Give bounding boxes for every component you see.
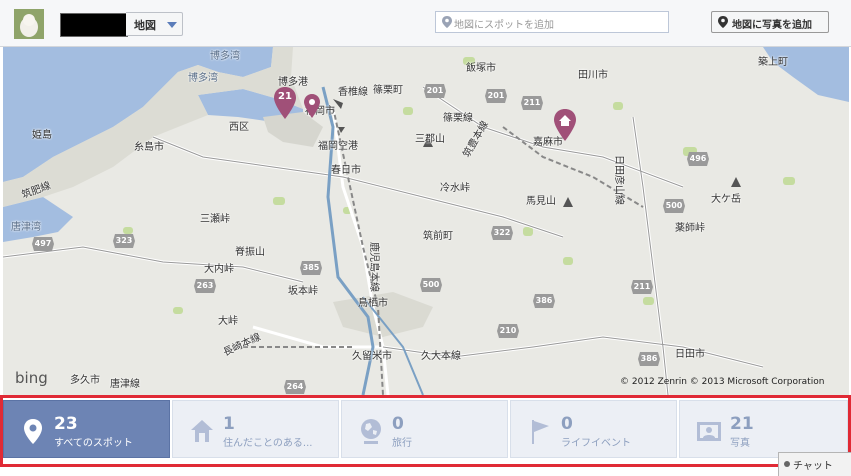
tab-count: 1 [223,414,235,434]
status-dot-icon [784,461,790,467]
map-label-yakushi: 薬師峠 [675,223,705,234]
tab-travel[interactable]: 0 旅行 [341,400,508,458]
map-label-hakata-port: 博多港 [278,77,308,88]
map-label-chikuzen: 筑前町 [423,231,453,242]
map-label-kyudai: 久大本線 [421,351,461,362]
chat-label: チャット [793,461,833,472]
chevron-down-icon [167,22,177,28]
flag-icon [532,420,549,444]
map-home-marker[interactable] [554,109,576,141]
map-label-kasuga: 春日市 [331,165,361,176]
map-label-itoshima: 糸島市 [134,142,164,153]
tab-all-spots[interactable]: 23 すべてのスポット [3,400,170,458]
map-label-hakata-bay: 博多湾 [210,51,240,62]
tab-count: 0 [392,414,404,434]
route-shield: 386 [533,294,555,308]
map-label-kurume: 久留米市 [352,351,392,362]
map-label-sakamoto: 坂本峠 [288,286,318,297]
route-shield: 323 [113,234,135,248]
map-pin-icon [442,16,452,28]
chat-button[interactable]: チャット [778,452,851,476]
route-shield: 385 [300,261,322,275]
cluster-count: 21 [278,91,292,102]
map-label-sanko: 三郡山 [415,134,445,145]
route-shield: 264 [284,380,306,394]
tab-count: 21 [730,414,754,434]
map-label-karatsu-bay: 唐津湾 [11,222,41,233]
add-photo-to-map-button[interactable]: 地図に写真を追加 [711,11,829,33]
map-background [3,47,849,395]
map-label-hitahiko: 日田彦山線 [613,155,624,205]
add-spot-search-input[interactable]: 地図にスポットを追加 [435,11,669,33]
map-label-himeshima: 姫島 [32,130,52,141]
map-view-select[interactable]: 地図 [126,12,183,36]
map-label-tagawa: 田川市 [578,70,608,81]
house-icon [554,109,576,141]
route-shield: 500 [420,278,442,292]
tab-label: 写真 [730,438,750,449]
route-shield: 211 [631,280,653,294]
map-pin-icon [304,94,320,118]
route-shield: 386 [638,352,660,366]
route-shield: 500 [663,199,685,213]
route-shield: 322 [491,226,513,240]
map-label-kagoshima: 鹿児島本線 [368,242,379,292]
house-icon [191,420,213,442]
tab-label: ライフイベント [561,438,631,449]
map-label-sanzan: 三瀬峠 [200,214,230,225]
add-photo-label: 地図に写真を追加 [732,20,812,31]
map-label-reisui: 冷水峠 [440,183,470,194]
map-label-kashii: 香椎線 [338,87,368,98]
map-pin-icon [718,16,728,28]
avatar[interactable] [14,9,44,39]
photo-icon [697,422,721,441]
map-label-takukyu: 多久市 [70,375,100,386]
route-shield: 201 [424,84,446,98]
tab-count: 0 [561,414,573,434]
tab-photos[interactable]: 21 写真 [679,400,848,458]
map-label-hakata-bay-2: 博多湾 [188,73,218,84]
map-canvas[interactable]: 飯塚市 田川市 築上町 博多湾 博多湾 博多港 篠栗町 篠栗線 福岡市 香椎線 … [3,47,849,395]
map-label-otoge: 大峠 [218,316,238,327]
map-label-chikujo: 築上町 [758,57,788,68]
search-placeholder: 地図にスポットを追加 [454,20,554,31]
route-shield: 211 [521,96,543,110]
tab-count: 23 [54,414,78,434]
map-select-label: 地図 [134,19,156,32]
tab-lived[interactable]: 1 住んだことのある... [172,400,339,458]
route-shield: 496 [687,152,709,166]
map-spot-marker[interactable] [304,94,320,118]
bing-logo: bing [15,369,48,387]
globe-icon [361,419,381,444]
tab-life-events[interactable]: 0 ライフイベント [510,400,677,458]
route-shield: 201 [485,89,507,103]
tab-label: 旅行 [392,438,412,449]
map-label-sasaguri-line: 篠栗線 [443,113,473,124]
spot-filter-tabs: 23 すべてのスポット 1 住んだことのある... 0 旅行 0 ライフイベント [3,398,848,461]
map-cluster-marker[interactable]: 21 [274,87,296,119]
route-shield: 497 [32,237,54,251]
map-label-tosu: 鳥栖市 [358,298,388,309]
map-label-hita: 日田市 [675,349,705,360]
map-label-ochi: 大内峠 [204,264,234,275]
map-label-okuke: 大ケ岳 [711,194,741,205]
map-label-nishi: 西区 [229,122,249,133]
map-label-airport: 福岡空港 [318,141,358,152]
map-label-mami: 馬見山 [526,196,556,207]
route-shield: 210 [497,324,519,338]
map-label-sefuri: 脊振山 [235,247,265,258]
tab-label: 住んだことのある... [223,438,313,449]
pin-icon [24,419,42,444]
map-label-sasaguri: 篠栗町 [373,85,403,96]
redacted-name [60,13,128,37]
map-label-karatsu-line: 唐津線 [110,379,140,390]
map-label-iizuka: 飯塚市 [466,63,496,74]
route-shield: 263 [194,279,216,293]
tab-label: すべてのスポット [54,438,133,449]
map-credit: © 2012 Zenrin © 2013 Microsoft Corporati… [620,377,825,387]
map-header: 地図 地図にスポットを追加 地図に写真を追加 [0,0,851,47]
